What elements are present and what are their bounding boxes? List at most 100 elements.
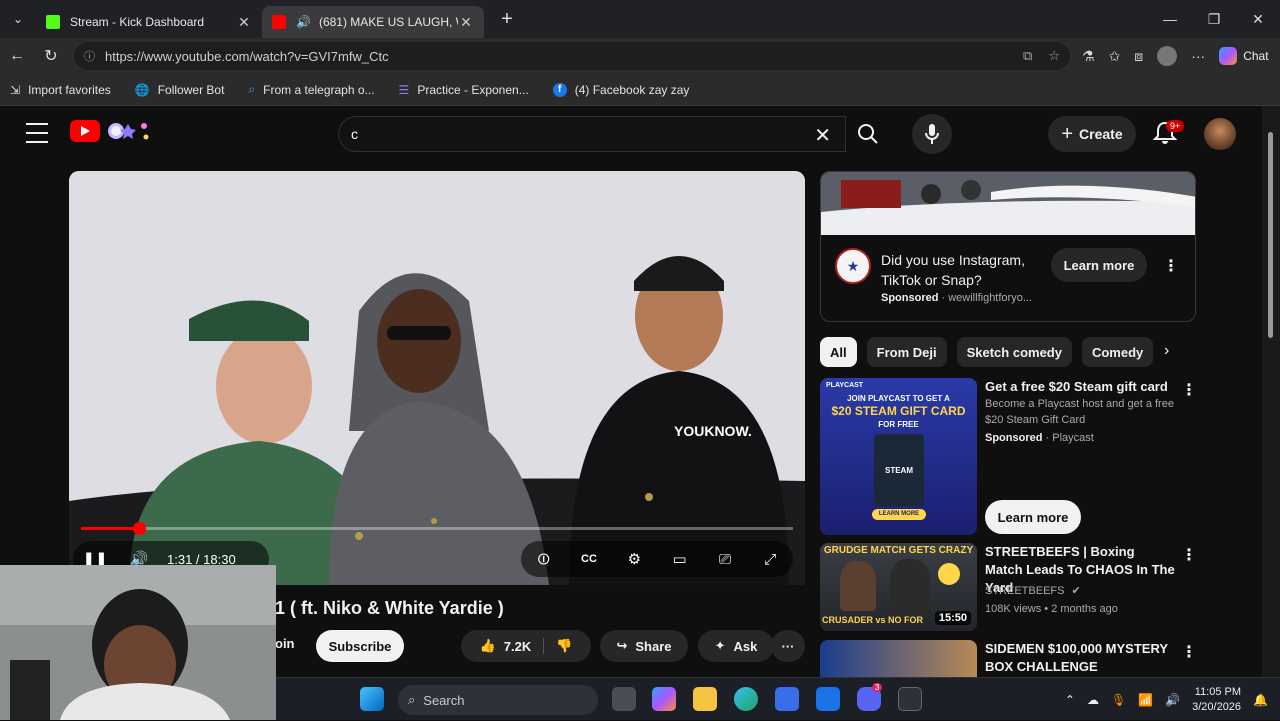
chevron-right-icon[interactable]: › <box>1164 342 1169 360</box>
minimize-icon[interactable]: — <box>1148 0 1192 38</box>
copilot-icon[interactable] <box>652 687 676 711</box>
microphone-icon[interactable]: 🎙 <box>1111 693 1126 707</box>
tab-actions-menu-icon[interactable]: ⌄ <box>0 0 36 38</box>
audio-playing-icon[interactable]: 🔊 <box>296 15 311 29</box>
onedrive-icon[interactable]: ☁ <box>1087 693 1099 707</box>
webcam-feed <box>0 565 276 720</box>
ad-more-options-icon[interactable]: ⋮ <box>1163 256 1179 276</box>
outlook-icon[interactable] <box>816 687 840 711</box>
share-button[interactable]: ↪ Share <box>600 630 688 662</box>
restore-icon[interactable]: ❐ <box>1192 0 1236 38</box>
settings-gear-icon[interactable]: ⚙ <box>612 541 656 577</box>
profile-avatar[interactable] <box>1157 46 1178 66</box>
taskbar-search-label: Search <box>423 692 465 708</box>
microsoft-store-icon[interactable] <box>775 687 799 711</box>
recommendation-more-icon[interactable]: ⋮ <box>1181 380 1197 400</box>
chip-from-deji[interactable]: From Deji <box>866 337 947 367</box>
task-view-icon[interactable] <box>612 687 636 711</box>
close-window-icon[interactable]: ✕ <box>1236 0 1280 38</box>
favorite-follower-bot[interactable]: 🌐 Follower Bot <box>135 83 225 97</box>
favorite-facebook[interactable]: f (4) Facebook zay zay <box>552 82 689 97</box>
recommendation-item[interactable]: PLAYCAST JOIN PLAYCAST TO GET A $20 STEA… <box>820 378 1197 536</box>
recommendation-more-icon[interactable]: ⋮ <box>1181 642 1196 662</box>
favorite-star-icon[interactable]: ☆ <box>1048 48 1060 64</box>
subscribe-button[interactable]: Subscribe <box>316 630 404 662</box>
create-button[interactable]: + Create <box>1048 116 1136 152</box>
speaker-icon[interactable]: 🔊 <box>1165 693 1180 707</box>
favorite-practice[interactable]: ☰ Practice - Exponen... <box>399 83 529 97</box>
new-tab-button[interactable]: + <box>492 8 522 31</box>
start-icon[interactable] <box>360 687 384 711</box>
collections-icon[interactable]: ⧈ <box>1134 48 1143 65</box>
voice-search-button[interactable] <box>912 114 952 154</box>
search-input[interactable]: c ✕ <box>338 116 846 152</box>
back-button[interactable]: ← <box>0 38 34 74</box>
thumb-brand: PLAYCAST <box>826 382 864 389</box>
more-options-icon[interactable]: ··· <box>1191 48 1205 64</box>
recommendation-title[interactable]: SIDEMEN $100,000 MYSTERY BOX CHALLENGE <box>985 640 1175 676</box>
copilot-chat-button[interactable]: Chat <box>1219 47 1269 65</box>
tab-youtube[interactable]: 🔊 (681) MAKE US LAUGH, WIN $ ✕ <box>262 6 484 38</box>
sponsored-ad-card[interactable]: ★ Did you use Instagram, TikTok or Snap?… <box>820 171 1196 322</box>
show-hidden-icons-icon[interactable]: ⌃ <box>1065 693 1075 707</box>
chip-all[interactable]: All <box>820 337 857 367</box>
captions-icon[interactable]: CC <box>567 541 611 577</box>
recommendation-more-icon[interactable]: ⋮ <box>1181 545 1197 565</box>
recommendation-item[interactable]: GRUDGE MATCH GETS CRAZY CRUSADER vs NO F… <box>820 543 1197 633</box>
like-button[interactable]: 👍 7.2K <box>480 638 545 654</box>
advertiser-name: Playcast <box>1052 432 1094 444</box>
recommendation-title[interactable]: Get a free $20 Steam gift card <box>985 378 1175 396</box>
recommendation-thumbnail[interactable] <box>820 640 977 677</box>
favorites-icon[interactable]: ✩ <box>1109 48 1121 65</box>
progress-bar[interactable] <box>81 522 793 535</box>
ask-button[interactable]: ✦ Ask <box>698 630 774 662</box>
account-avatar[interactable] <box>1204 118 1236 150</box>
taskbar-search[interactable]: ⌕ Search <box>398 685 598 715</box>
notifications-icon[interactable]: 🔔 <box>1253 693 1268 707</box>
extensions-icon[interactable]: ⚗ <box>1082 48 1095 65</box>
youtube-logo-icon[interactable] <box>70 120 100 142</box>
fullscreen-icon[interactable]: ⤢ <box>748 541 792 577</box>
edge-browser-icon[interactable] <box>734 687 758 711</box>
obs-icon[interactable] <box>898 687 922 711</box>
tab-kick-dashboard[interactable]: Stream - Kick Dashboard ✕ <box>36 6 262 38</box>
file-explorer-icon[interactable] <box>693 687 717 711</box>
close-tab-icon[interactable]: ✕ <box>458 14 474 31</box>
chip-comedy[interactable]: Comedy <box>1081 337 1154 367</box>
close-tab-icon[interactable]: ✕ <box>236 14 252 31</box>
chip-sketch-comedy[interactable]: Sketch comedy <box>956 337 1072 367</box>
cast-icon[interactable]: ⎚ <box>703 541 747 577</box>
autoplay-toggle-icon[interactable]: ⏼ <box>522 541 566 577</box>
window-controls: — ❐ ✕ <box>1148 0 1280 38</box>
join-button[interactable]: oin <box>275 636 295 651</box>
favorite-import[interactable]: ⇲ Import favorites <box>10 83 111 97</box>
recommendation-learn-more-button[interactable]: Learn more <box>985 500 1081 534</box>
doodle-icon[interactable] <box>104 118 152 144</box>
theater-mode-icon[interactable]: ▭ <box>658 541 702 577</box>
favorite-label: Import favorites <box>28 82 111 97</box>
like-dislike-group: 👍 7.2K 👎 <box>461 630 591 662</box>
system-tray: ⌃ ☁ 🎙 📶 🔊 11:05 PM 3/20/2026 🔔 <box>1065 678 1280 721</box>
channel-name[interactable]: STREETBEEFS <box>985 585 1064 597</box>
site-info-icon[interactable]: ⓘ <box>84 48 95 64</box>
wifi-icon[interactable]: 📶 <box>1138 693 1153 707</box>
search-button[interactable] <box>846 116 890 152</box>
recommendation-item[interactable]: SIDEMEN $100,000 MYSTERY BOX CHALLENGE ⋮ <box>820 640 1196 677</box>
recommendation-thumbnail[interactable]: PLAYCAST JOIN PLAYCAST TO GET A $20 STEA… <box>820 378 977 535</box>
app-available-icon[interactable]: ⧉ <box>1023 48 1032 64</box>
menu-icon[interactable] <box>26 123 48 143</box>
scrollbar-thumb[interactable] <box>1268 132 1273 338</box>
clock[interactable]: 11:05 PM 3/20/2026 <box>1192 685 1241 715</box>
video-player[interactable]: YOUKNOW. ❚❚ 🔊 1:31 / 18:30 ⏼ CC ⚙ ▭ ⎚ ⤢ <box>69 171 805 585</box>
refresh-button[interactable]: ↻ <box>34 38 68 74</box>
page-scrollbar[interactable] <box>1262 106 1280 677</box>
favorite-telegraph[interactable]: ⌕ From a telegraph o... <box>248 82 374 97</box>
dislike-button[interactable]: 👎 <box>544 638 572 654</box>
advertiser-logo: ★ <box>835 248 871 284</box>
more-actions-button[interactable]: ··· <box>771 630 805 662</box>
ad-learn-more-button[interactable]: Learn more <box>1051 248 1147 282</box>
clear-search-icon[interactable]: ✕ <box>814 123 831 148</box>
progress-played <box>81 527 140 530</box>
address-bar[interactable]: ⓘ https://www.youtube.com/watch?v=GVI7mf… <box>74 42 1070 70</box>
recommendation-thumbnail[interactable]: GRUDGE MATCH GETS CRAZY CRUSADER vs NO F… <box>820 543 977 631</box>
